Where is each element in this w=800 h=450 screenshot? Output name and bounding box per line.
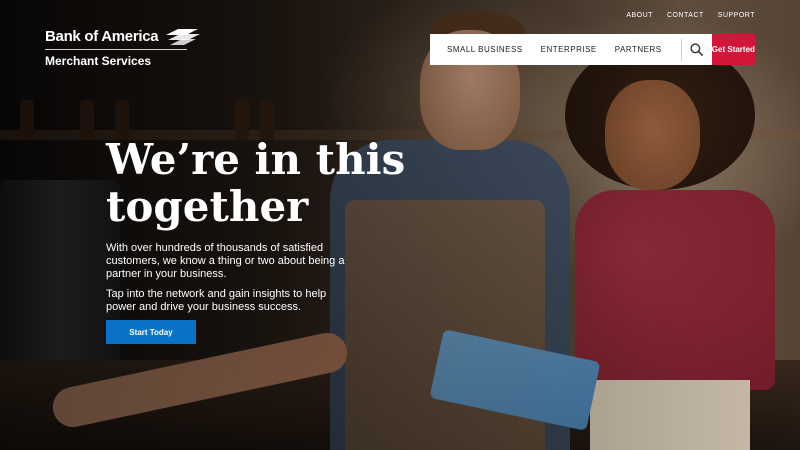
get-started-button[interactable]: Get Started [711, 34, 755, 65]
nav-link-about[interactable]: ABOUT [626, 12, 653, 19]
nav-link-contact[interactable]: CONTACT [667, 12, 704, 19]
nav-item-enterprise[interactable]: ENTERPRISE [532, 45, 606, 54]
search-icon [690, 43, 703, 56]
flag-logo-icon [166, 28, 201, 45]
hero-headline: We’re in this together [106, 135, 406, 231]
utility-nav: ABOUT CONTACT SUPPORT [626, 12, 755, 19]
hero-section: Bank of America Merchant Services ABOUT … [0, 0, 800, 450]
hero-paragraph-1: With over hundreds of thousands of satis… [106, 242, 345, 280]
logo[interactable]: Bank of America Merchant Services [45, 28, 201, 68]
search-button[interactable] [681, 34, 711, 65]
logo-subtitle: Merchant Services [45, 54, 152, 68]
logo-divider [45, 49, 187, 50]
nav-item-partners[interactable]: PARTNERS [606, 45, 671, 54]
hero-paragraph-2: Tap into the network and gain insights t… [106, 288, 327, 313]
start-today-button[interactable]: Start Today [106, 320, 196, 344]
logo-name: Bank of America [45, 28, 159, 45]
main-nav: SMALL BUSINESS ENTERPRISE PARTNERS Get S… [430, 34, 755, 65]
nav-link-support[interactable]: SUPPORT [718, 12, 755, 19]
nav-item-small-business[interactable]: SMALL BUSINESS [430, 45, 532, 54]
